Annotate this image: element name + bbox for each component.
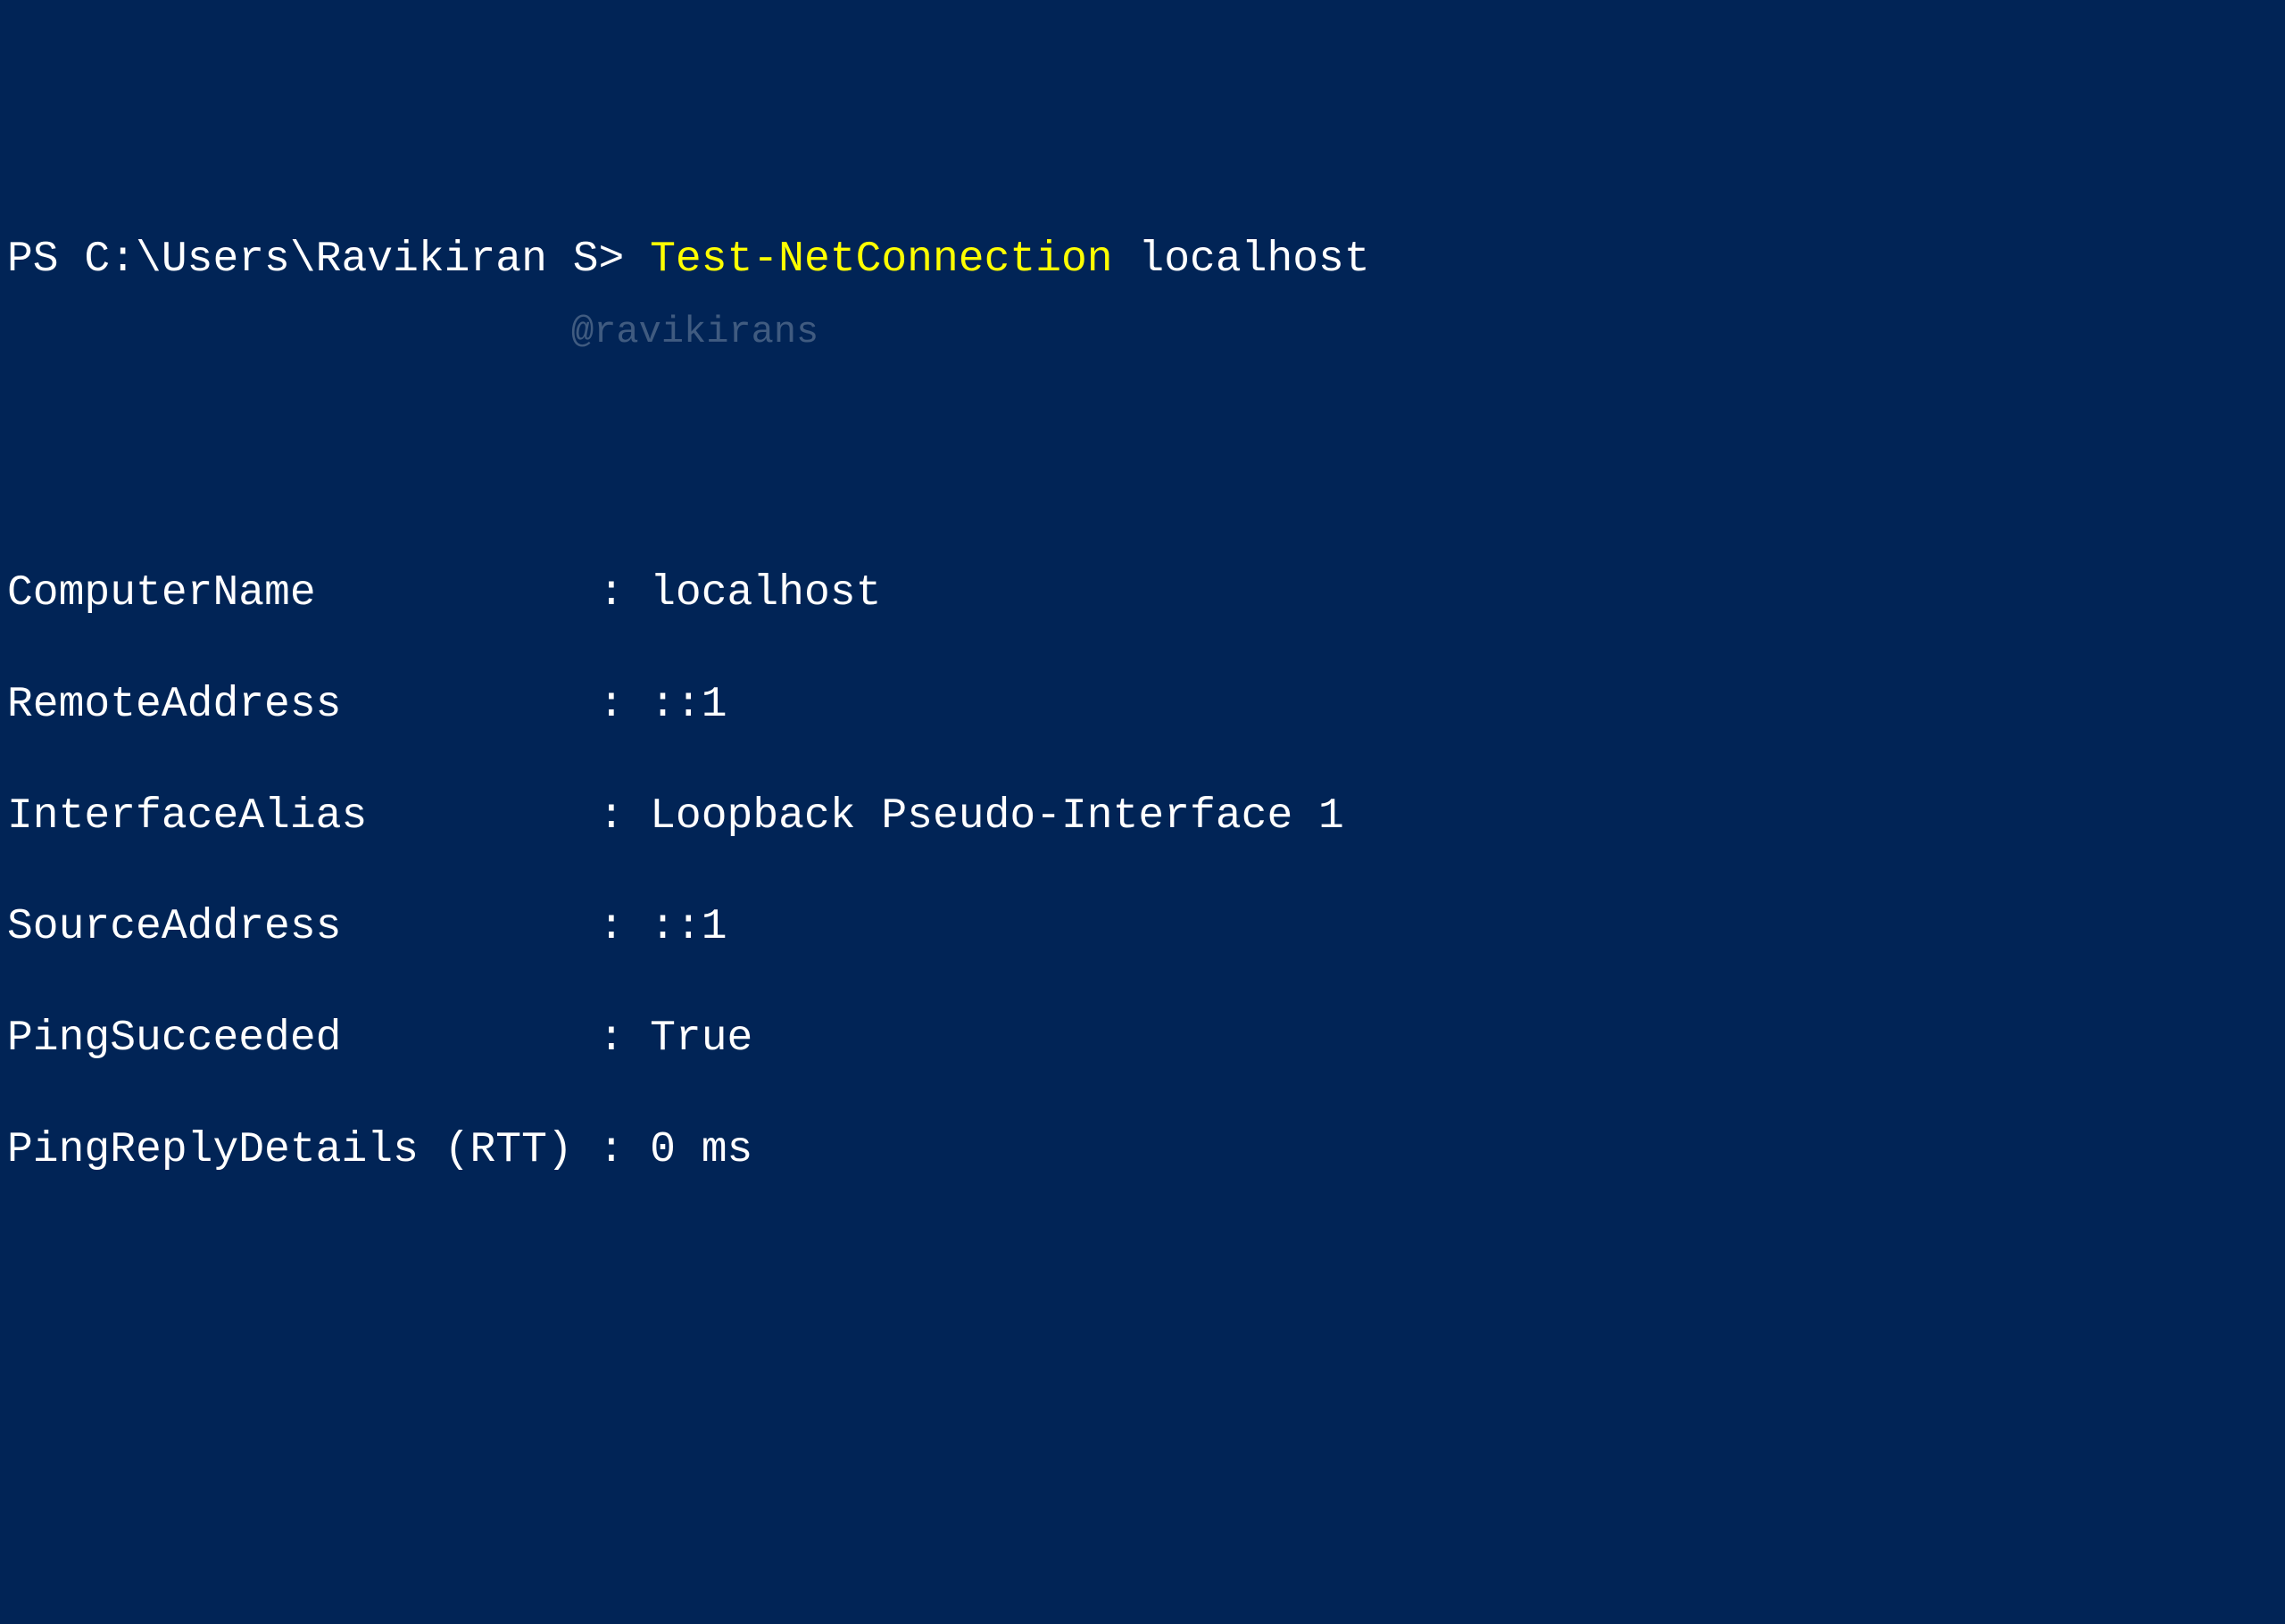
output-sep: : — [573, 681, 650, 729]
output-row-remoteaddress: RemoteAddress : ::1 — [7, 677, 2278, 733]
output-row-sourceaddress: SourceAddress : ::1 — [7, 899, 2278, 955]
output-row-interfacealias: InterfaceAlias : Loopback Pseudo-Interfa… — [7, 789, 2278, 844]
output-sep: : — [573, 792, 650, 841]
output-row-pingsucceeded: PingSucceeded : True — [7, 1011, 2278, 1066]
output-sep: : — [573, 903, 650, 951]
output-value: Loopback Pseudo-Interface 1 — [650, 792, 1344, 841]
output-sep: : — [573, 1015, 650, 1063]
output-row-computername: ComputerName : localhost — [7, 566, 2278, 621]
output-row-pingreplydetails: PingReplyDetails (RTT) : 0 ms — [7, 1123, 2278, 1178]
output-value: ::1 — [650, 681, 727, 729]
command-argument: localhost — [1113, 236, 1370, 284]
prompt-prefix: PS C:\Users\Ravikiran S> — [7, 236, 650, 284]
output-key: SourceAddress — [7, 903, 573, 951]
prompt-line[interactable]: PS C:\Users\Ravikiran S> Test-NetConnect… — [7, 232, 2278, 287]
output-value: localhost — [650, 569, 881, 617]
output-value: True — [650, 1015, 752, 1063]
output-sep: : — [573, 569, 650, 617]
command-cmdlet: Test-NetConnection — [650, 236, 1112, 284]
output-key: PingReplyDetails (RTT) — [7, 1126, 573, 1174]
output-key: PingSucceeded — [7, 1015, 573, 1063]
output-sep: : — [573, 1126, 650, 1174]
watermark-text: @ravikirans — [571, 308, 818, 357]
output-key: InterfaceAlias — [7, 792, 573, 841]
output-key: RemoteAddress — [7, 681, 573, 729]
output-value: 0 ms — [650, 1126, 752, 1174]
output-key: ComputerName — [7, 569, 573, 617]
command-output: ComputerName : localhost RemoteAddress :… — [7, 510, 2278, 1234]
output-value: ::1 — [650, 903, 727, 951]
